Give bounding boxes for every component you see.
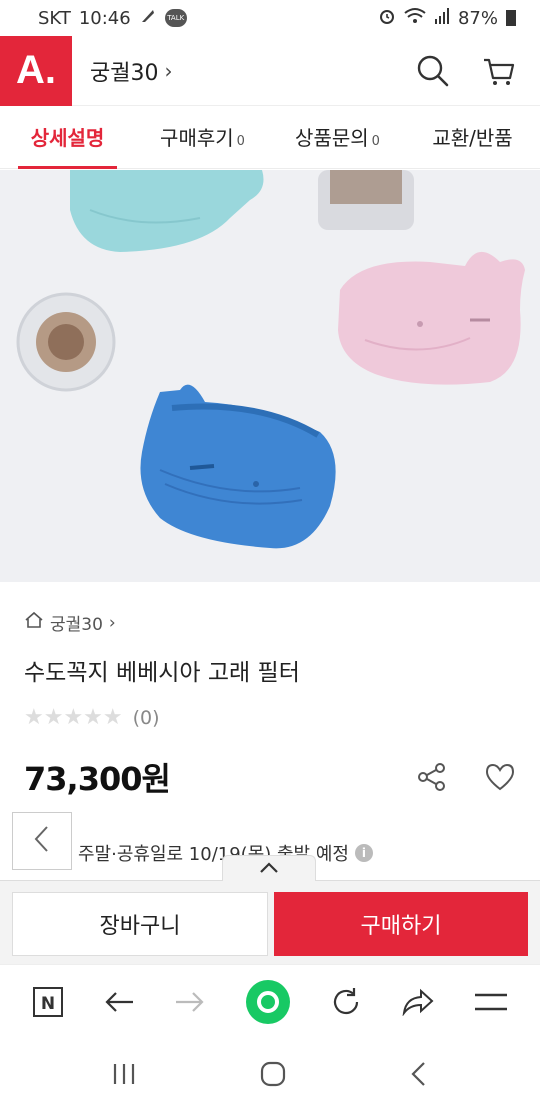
info-icon[interactable]: i [354, 844, 373, 862]
signal-icon [434, 7, 450, 29]
header-actions [416, 54, 540, 88]
feather-icon [139, 7, 157, 30]
clock: 10:46 [78, 7, 131, 29]
add-to-cart-button[interactable]: 장바구니 [12, 892, 268, 956]
chevron-right-icon: › [164, 58, 173, 83]
product-info: 궁궐30 › 수도꼭지 베베시아 고래 필터 ★★★★★ (0) 73,300원 [0, 582, 540, 800]
home-icon [24, 611, 44, 634]
buy-now-button[interactable]: 구매하기 [274, 892, 528, 956]
tab-description[interactable]: 상세설명 [0, 107, 135, 169]
carrier-label: SKT [38, 7, 71, 29]
menu-icon[interactable] [474, 992, 508, 1012]
chevron-up-icon [259, 859, 279, 878]
star-icons: ★★★★★ [24, 705, 123, 730]
price-actions [416, 761, 516, 793]
product-price: 73,300원 [24, 760, 171, 798]
tab-label: 구매후기 [160, 125, 234, 150]
chevron-left-icon [32, 824, 52, 858]
review-count: (0) [132, 706, 160, 729]
refresh-icon[interactable] [330, 986, 362, 1018]
price-row: 73,300원 [24, 754, 516, 800]
browser-toolbar: N [0, 964, 540, 1038]
tab-inquiries[interactable]: 상품문의 0 [270, 107, 405, 169]
tab-label: 상품문의 [295, 125, 369, 150]
breadcrumb[interactable]: 궁궐30 › [24, 610, 516, 635]
store-name: 궁궐30 [90, 60, 159, 86]
chevron-right-icon: › [108, 612, 116, 633]
arrow-back-icon[interactable] [103, 990, 135, 1014]
brand-logo[interactable]: A. [0, 35, 72, 106]
tab-reviews[interactable]: 구매후기 0 [135, 107, 270, 169]
tab-count: 0 [236, 133, 245, 149]
breadcrumb-store: 궁궐30 [50, 615, 103, 635]
home-button-icon[interactable] [260, 1061, 286, 1087]
tab-label: 상세설명 [30, 125, 105, 150]
back-button[interactable] [12, 812, 72, 870]
tab-count: 0 [371, 133, 380, 149]
store-link[interactable]: 궁궐30 › [90, 55, 172, 87]
expand-panel-button[interactable] [222, 855, 316, 881]
heart-icon[interactable] [484, 762, 516, 792]
rating-stars[interactable]: ★★★★★ (0) [24, 705, 516, 730]
system-back-icon[interactable] [409, 1061, 429, 1087]
tab-label: 교환/반품 [432, 125, 513, 150]
arrow-forward-icon[interactable] [174, 990, 206, 1014]
recent-apps-icon[interactable] [111, 1062, 137, 1086]
product-image[interactable] [0, 170, 540, 582]
wifi-icon [404, 7, 426, 30]
app-header: A. 궁궐30 › [0, 35, 540, 106]
naver-n-label: N [40, 994, 54, 1014]
product-photo [0, 170, 540, 582]
green-dot-icon[interactable] [245, 979, 291, 1025]
tab-exchange-return[interactable]: 교환/반품 [405, 107, 540, 169]
status-left: SKT 10:46 TALK [38, 7, 187, 30]
detail-tabs: 상세설명 구매후기 0 상품문의 0 교환/반품 [0, 107, 540, 169]
cart-icon[interactable] [482, 54, 516, 88]
system-nav-bar [0, 1038, 540, 1110]
status-right: 87% [378, 7, 516, 30]
status-bar: SKT 10:46 TALK 87% [0, 0, 540, 36]
talk-notification-icon: TALK [164, 9, 187, 27]
battery-percent: 87% [457, 7, 498, 29]
buy-panel: 장바구니 구매하기 [0, 855, 540, 964]
share-icon[interactable] [416, 761, 448, 793]
naver-n-icon[interactable]: N [32, 986, 64, 1018]
share-forward-icon[interactable] [401, 988, 435, 1016]
product-title: 수도꼭지 베베시아 고래 필터 [24, 660, 300, 686]
alarm-icon [378, 7, 396, 30]
search-icon[interactable] [416, 54, 450, 88]
battery-icon [506, 10, 516, 26]
